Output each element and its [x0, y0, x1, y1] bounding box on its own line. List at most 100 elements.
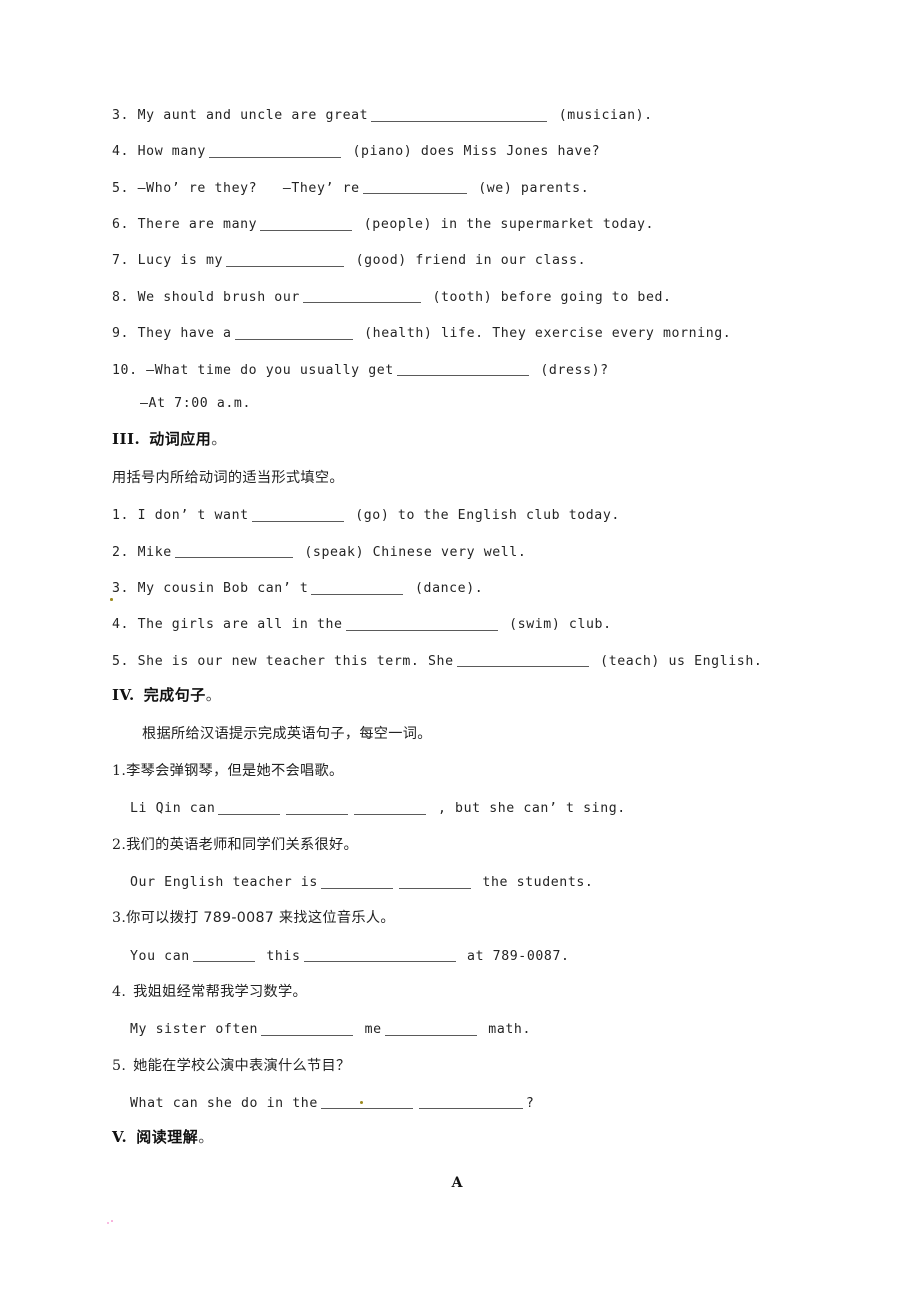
english-post: the students. — [482, 875, 594, 891]
section-title: 完成句子 — [143, 686, 206, 705]
section-numeral: V. — [112, 1128, 128, 1147]
answer-blank[interactable] — [286, 801, 349, 816]
question-text-pre: My aunt and uncle are great — [137, 108, 369, 124]
section-title: 阅读理解 — [136, 1128, 199, 1147]
section-numeral: IV. — [112, 686, 135, 705]
english-answer-row: Li Qin can , but she can’ t sing. — [112, 801, 812, 817]
question-number: 9. — [112, 326, 130, 342]
answer-blank[interactable] — [398, 875, 471, 889]
question-row: 8. We should brush our (tooth) before go… — [112, 290, 812, 304]
chinese-prompt-text: 你可以拨打 789-0087 来找这位音乐人。 — [126, 910, 395, 927]
question-text-post: (musician). — [558, 108, 653, 124]
question-text-post: (people) in the supermarket today. — [363, 217, 655, 233]
chinese-prompt: 5. 她能在学校公演中表演什么节目？ — [112, 1057, 812, 1074]
chinese-prompt-text: 李琴会弹钢琴，但是她不会唱歌。 — [126, 763, 344, 780]
answer-blank[interactable] — [354, 801, 427, 816]
answer-blank[interactable] — [226, 253, 345, 267]
answer-blank[interactable] — [174, 545, 293, 559]
chinese-prompt: 4. 我姐姐经常帮我学习数学。 — [112, 985, 812, 999]
page-content: 3. My aunt and uncle are great (musician… — [112, 108, 812, 1191]
answer-blank[interactable] — [261, 1022, 354, 1036]
english-answer-row: Our English teacher is the students. — [112, 875, 812, 889]
question-number: 5. — [112, 180, 130, 196]
answer-blank[interactable] — [384, 1022, 477, 1036]
answer-blank[interactable] — [456, 654, 589, 668]
question-number: 6. — [112, 217, 130, 233]
answer-blank[interactable] — [251, 508, 344, 522]
question-answer-line: —At 7:00 a.m. — [140, 395, 252, 411]
answer-blank[interactable] — [371, 108, 548, 122]
question-text-pre: They have a — [137, 326, 232, 342]
english-pre: What can she do in the — [130, 1095, 318, 1111]
scan-artifact-speck — [107, 1222, 109, 1224]
question-text-post: (swim) club. — [509, 617, 612, 633]
question-text-pre: Lucy is my — [137, 253, 224, 269]
chinese-prompt: 2.我们的英语老师和同学们关系很好。 — [112, 838, 812, 852]
question-text-post: (good) friend in our class. — [355, 253, 587, 269]
item-index: 4. — [112, 983, 127, 1000]
section-title-period: 。 — [198, 1128, 214, 1147]
answer-blank[interactable] — [396, 363, 529, 377]
answer-blank[interactable] — [320, 1096, 413, 1110]
answer-blank[interactable] — [208, 144, 341, 158]
english-mid: this — [266, 948, 301, 964]
english-post: ? — [525, 1095, 535, 1111]
question-text-pre: —What time do you usually get — [146, 362, 394, 378]
question-text-post: (dress)? — [540, 362, 609, 378]
question-text-post: (go) to the English club today. — [355, 508, 620, 524]
answer-blank[interactable] — [311, 581, 404, 595]
section-title-period: 。 — [211, 430, 227, 449]
question-text-pre: We should brush our — [137, 289, 300, 305]
scan-artifact-speck — [111, 1220, 113, 1222]
question-number: 8. — [112, 289, 130, 305]
answer-blank[interactable] — [418, 1096, 523, 1110]
chinese-prompt-text: 我们的英语老师和同学们关系很好。 — [126, 836, 358, 853]
english-answer-row: My sister often me math. — [112, 1022, 812, 1036]
answer-blank[interactable] — [260, 217, 353, 231]
section-instruction-4: 根据所给汉语提示完成英语句子，每空一词。 — [142, 726, 432, 743]
section-numeral: III. — [112, 430, 141, 449]
answer-blank[interactable] — [362, 181, 467, 195]
question-row: 5. —Who’ re they? —They’ re (we) parents… — [112, 181, 812, 195]
question-row: 9. They have a (health) life. They exerc… — [112, 326, 812, 340]
english-answer-row: You can this at 789-0087. — [112, 949, 812, 963]
question-number: 3. — [112, 108, 130, 124]
section-heading-4: IV. 完成句子。 — [112, 688, 812, 703]
chinese-prompt: 3.你可以拨打 789-0087 来找这位音乐人。 — [112, 911, 812, 925]
question-row: 6. There are many (people) in the superm… — [112, 217, 812, 231]
question-number: 10. — [112, 362, 138, 378]
english-post: at 789-0087. — [467, 948, 570, 964]
question-text-post: (tooth) before going to bed. — [432, 289, 672, 305]
answer-blank[interactable] — [218, 801, 281, 816]
question-number: 1. — [112, 508, 130, 524]
answer-blank[interactable] — [302, 290, 421, 304]
english-mid: me — [364, 1022, 382, 1038]
answer-blank[interactable] — [345, 617, 498, 631]
chinese-prompt-text: 她能在学校公演中表演什么节目？ — [133, 1057, 351, 1074]
question-text-post: (teach) us English. — [600, 653, 763, 669]
question-number: 3. — [112, 581, 130, 597]
question-number: 4. — [112, 144, 130, 160]
question-row: 1. I don’ t want (go) to the English clu… — [112, 508, 812, 522]
chinese-prompt-text: 我姐姐经常帮我学习数学。 — [133, 983, 307, 1000]
question-text-pre: She is our new teacher this term. She — [137, 653, 454, 669]
english-pre: Li Qin can — [130, 801, 216, 817]
question-number: 5. — [112, 653, 130, 669]
answer-blank[interactable] — [303, 949, 456, 963]
question-text-pre: Mike — [137, 544, 172, 560]
question-text-pre: How many — [137, 144, 206, 160]
answer-blank[interactable] — [320, 875, 393, 889]
question-text-post: (we) parents. — [478, 180, 590, 196]
item-index: 3. — [112, 910, 127, 927]
section-title: 动词应用 — [149, 430, 212, 449]
section-heading-5: V. 阅读理解。 — [112, 1130, 812, 1145]
question-row: 3. My cousin Bob can’ t (dance). — [112, 581, 812, 595]
question-text-pre: The girls are all in the — [137, 617, 343, 633]
section-title-period: 。 — [205, 686, 222, 705]
question-text-pre: There are many — [137, 217, 258, 233]
question-row: 5. She is our new teacher this term. She… — [112, 654, 812, 668]
answer-blank[interactable] — [234, 326, 353, 340]
answer-blank[interactable] — [192, 949, 255, 963]
item-index: 5. — [112, 1057, 127, 1074]
question-text-post: (dance). — [414, 581, 484, 597]
